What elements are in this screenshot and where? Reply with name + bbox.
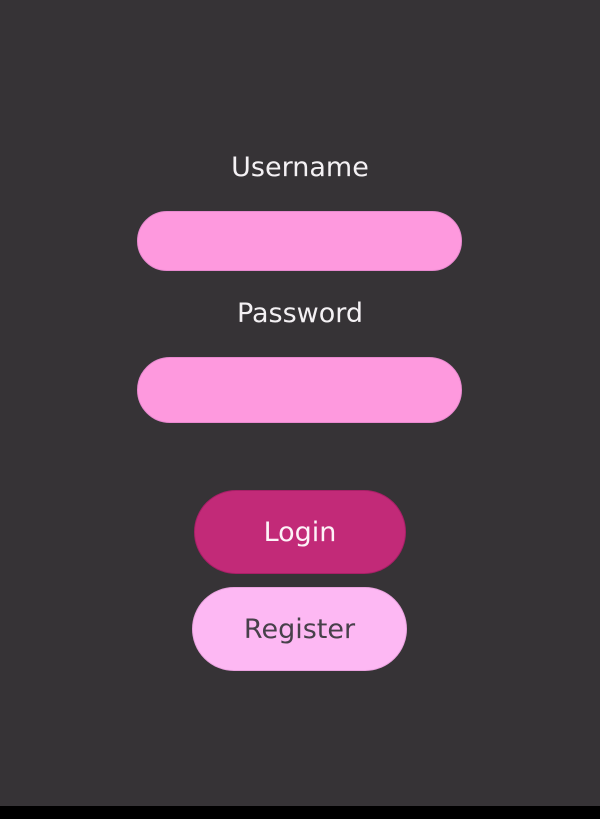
username-label: Username	[231, 152, 369, 183]
password-input[interactable]	[137, 357, 462, 423]
login-screen: Username Password Login Register	[0, 0, 600, 806]
login-button[interactable]: Login	[194, 490, 406, 574]
password-label: Password	[236, 298, 364, 329]
register-button[interactable]: Register	[192, 587, 407, 671]
username-input[interactable]	[137, 211, 462, 271]
